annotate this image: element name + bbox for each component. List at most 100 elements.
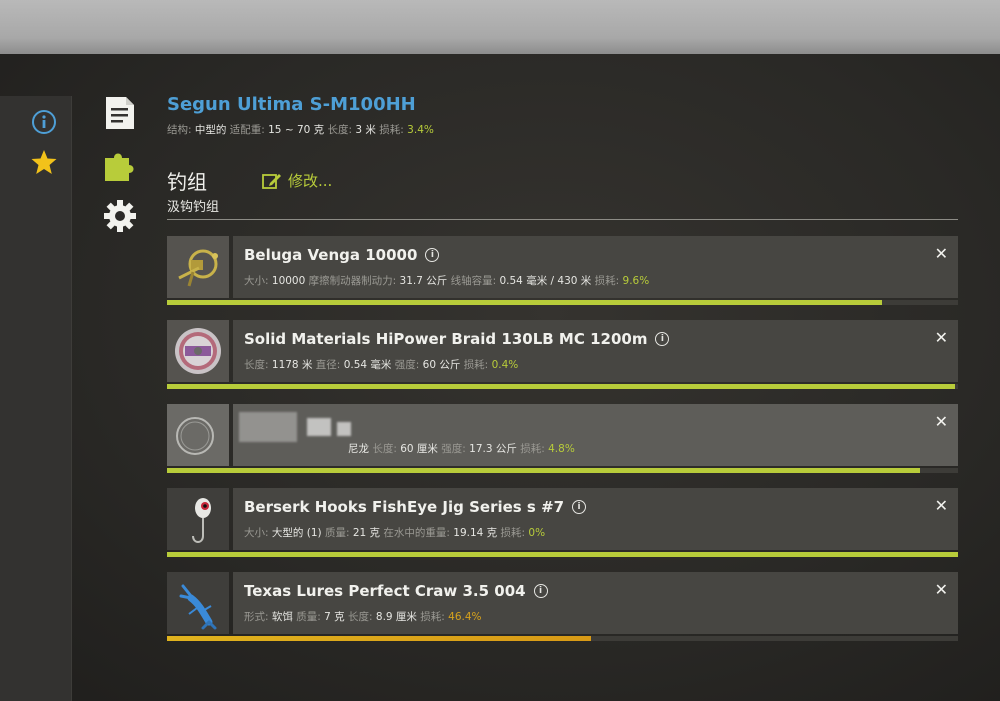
item-panel: Beluga Venga 10000 i 大小: 10000 摩擦制动器制动力:… bbox=[233, 236, 958, 298]
stat-value: 60 厘米 bbox=[400, 443, 438, 455]
rod-wear-label: 损耗: bbox=[379, 124, 404, 136]
item-panel: Solid Materials HiPower Braid 130LB MC 1… bbox=[233, 320, 958, 382]
condition-bar-fill bbox=[167, 552, 958, 557]
jig-hook-thumbnail bbox=[167, 488, 229, 550]
tackle-item-leader[interactable]: 尼龙 长度: 60 厘米 强度: 17.3 公斤 损耗: 4.8% ✕ bbox=[167, 404, 958, 476]
blurred-region bbox=[307, 418, 331, 436]
info-icon[interactable]: i bbox=[655, 332, 670, 346]
item-name: Solid Materials HiPower Braid 130LB MC 1… bbox=[244, 330, 648, 348]
item-panel: 尼龙 长度: 60 厘米 强度: 17.3 公斤 损耗: 4.8% ✕ bbox=[233, 404, 958, 466]
tackle-item-bait[interactable]: Texas Lures Perfect Craw 3.5 004 i 形式: 软… bbox=[167, 572, 958, 644]
close-icon[interactable]: ✕ bbox=[935, 496, 948, 515]
top-band bbox=[0, 0, 1000, 54]
item-stats: 形式: 软饵 质量: 7 克 长度: 8.9 厘米 损耗: 46.4% bbox=[244, 609, 482, 624]
info-icon[interactable]: i bbox=[533, 584, 548, 598]
puzzle-icon[interactable] bbox=[100, 145, 140, 185]
info-icon[interactable]: i bbox=[425, 248, 440, 262]
rod-length-label: 长度: bbox=[327, 124, 353, 136]
stat-label: 损耗: bbox=[594, 275, 620, 287]
stat-value: 19.14 克 bbox=[453, 527, 498, 539]
close-icon[interactable]: ✕ bbox=[935, 328, 948, 347]
edit-rig-button[interactable]: 修改... bbox=[262, 170, 332, 191]
stat-label: 长度: bbox=[372, 443, 397, 455]
rod-load-value: 15 ~ 70 克 bbox=[268, 124, 325, 136]
item-panel: Texas Lures Perfect Craw 3.5 004 i 形式: 软… bbox=[233, 572, 958, 634]
stat-value: 0.54 毫米 / 430 米 bbox=[499, 275, 592, 287]
stat-value: 21 克 bbox=[352, 527, 381, 539]
item-name-row: Solid Materials HiPower Braid 130LB MC 1… bbox=[244, 330, 670, 348]
stat-label: 尼龙 bbox=[348, 443, 369, 455]
tackle-item-reel[interactable]: Beluga Venga 10000 i 大小: 10000 摩擦制动器制动力:… bbox=[167, 236, 958, 308]
item-name-row: Berserk Hooks FishEye Jig Series s #7 i bbox=[244, 498, 587, 516]
wear-value: 9.6% bbox=[622, 275, 650, 287]
soft-bait-thumbnail bbox=[167, 572, 229, 634]
condition-bar bbox=[167, 384, 958, 389]
stat-label: 质量: bbox=[324, 527, 350, 539]
info-icon[interactable]: i bbox=[572, 500, 587, 514]
document-icon[interactable] bbox=[100, 93, 140, 133]
leader-thumbnail bbox=[167, 404, 229, 466]
stat-label: 形式: bbox=[244, 611, 269, 623]
divider bbox=[167, 219, 958, 220]
star-icon[interactable] bbox=[30, 148, 58, 176]
rig-subtitle: 汲钩钓组 bbox=[167, 200, 220, 215]
tackle-item-hook[interactable]: Berserk Hooks FishEye Jig Series s #7 i … bbox=[167, 488, 958, 560]
tackle-item-line[interactable]: Solid Materials HiPower Braid 130LB MC 1… bbox=[167, 320, 958, 392]
stat-label: 摩擦制动器制动力: bbox=[308, 275, 397, 287]
stat-value: 31.7 公斤 bbox=[399, 275, 448, 287]
item-name: Beluga Venga 10000 bbox=[244, 246, 418, 264]
close-icon[interactable]: ✕ bbox=[935, 244, 948, 263]
item-stats: 大小: 10000 摩擦制动器制动力: 31.7 公斤 线轴容量: 0.54 毫… bbox=[244, 273, 649, 288]
blurred-region bbox=[337, 422, 351, 436]
stat-label: 大小: bbox=[244, 275, 269, 287]
item-panel: Berserk Hooks FishEye Jig Series s #7 i … bbox=[233, 488, 958, 550]
stat-label: 质量: bbox=[296, 611, 321, 623]
left-panel bbox=[0, 96, 72, 701]
stat-value: 8.9 厘米 bbox=[375, 611, 417, 623]
rod-name: Segun Ultima S-M100HH bbox=[167, 94, 416, 115]
stat-value: 软饵 bbox=[271, 611, 293, 623]
wear-value: 46.4% bbox=[448, 611, 482, 623]
item-stats: 长度: 1178 米 直径: 0.54 毫米 强度: 60 公斤 损耗: 0.4… bbox=[244, 357, 518, 372]
gear-icon[interactable] bbox=[100, 196, 140, 236]
reel-thumbnail bbox=[167, 236, 229, 298]
rod-structure-value: 中型的 bbox=[194, 124, 227, 136]
stat-value: 大型的 (1) bbox=[271, 527, 322, 539]
blurred-region bbox=[239, 412, 297, 442]
item-stats: 尼龙 长度: 60 厘米 强度: 17.3 公斤 损耗: 4.8% bbox=[348, 441, 575, 456]
stat-label: 强度: bbox=[441, 443, 466, 455]
close-icon[interactable]: ✕ bbox=[935, 580, 948, 599]
wear-value: 4.8% bbox=[548, 443, 575, 455]
stat-label: 直径: bbox=[315, 359, 341, 371]
condition-bar-fill bbox=[167, 636, 591, 641]
stat-label: 在水中的重量: bbox=[383, 527, 450, 539]
stat-label: 长度: bbox=[244, 359, 269, 371]
line-spool-thumbnail bbox=[167, 320, 229, 382]
stat-label: 损耗: bbox=[420, 611, 445, 623]
stat-value: 60 公斤 bbox=[422, 359, 461, 371]
condition-bar bbox=[167, 300, 958, 305]
stat-label: 损耗: bbox=[520, 443, 545, 455]
rod-structure-label: 结构: bbox=[167, 124, 192, 136]
stat-label: 损耗: bbox=[500, 527, 526, 539]
rod-length-value: 3 米 bbox=[355, 124, 376, 136]
wear-value: 0.4% bbox=[491, 359, 519, 371]
rig-title: 钓组 bbox=[167, 170, 207, 194]
condition-bar-fill bbox=[167, 300, 883, 305]
condition-bar bbox=[167, 468, 958, 473]
rod-stats: 结构: 中型的 适配重: 15 ~ 70 克 长度: 3 米 损耗: 3.4% bbox=[167, 122, 434, 137]
close-icon[interactable]: ✕ bbox=[935, 412, 948, 431]
stat-label: 线轴容量: bbox=[450, 275, 497, 287]
stat-value: 7 克 bbox=[324, 611, 345, 623]
item-stats: 大小: 大型的 (1) 质量: 21 克 在水中的重量: 19.14 克 损耗:… bbox=[244, 525, 545, 540]
item-name: Berserk Hooks FishEye Jig Series s #7 bbox=[244, 498, 565, 516]
stat-label: 损耗: bbox=[463, 359, 489, 371]
item-name-row: Beluga Venga 10000 i bbox=[244, 246, 440, 264]
rod-load-label: 适配重: bbox=[229, 124, 265, 136]
info-icon[interactable] bbox=[30, 108, 58, 136]
condition-bar-fill bbox=[167, 468, 921, 473]
condition-bar-fill bbox=[167, 384, 955, 389]
stat-value: 10000 bbox=[271, 275, 306, 287]
stat-label: 大小: bbox=[244, 527, 269, 539]
condition-bar bbox=[167, 552, 958, 557]
